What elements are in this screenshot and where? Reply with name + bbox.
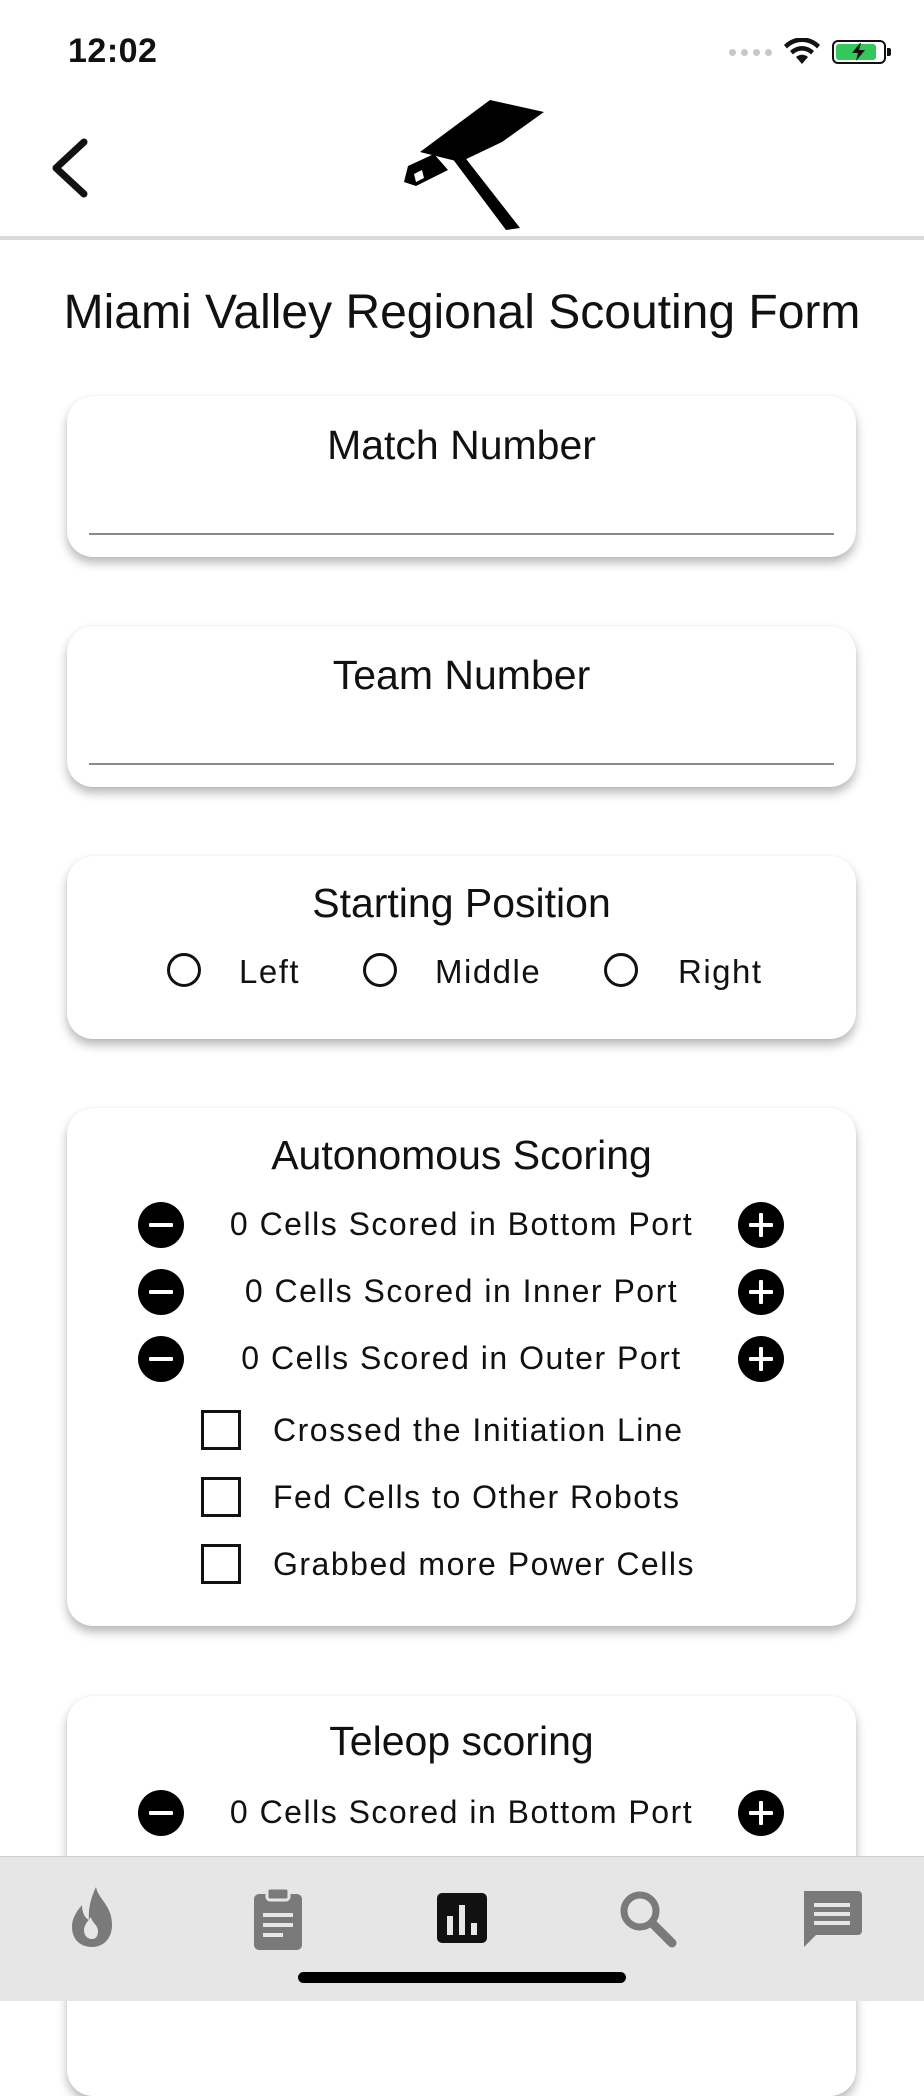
radio-right-label: Right bbox=[678, 953, 763, 990]
auto-inner-increment-button[interactable] bbox=[738, 1269, 784, 1315]
chevron-left-icon bbox=[52, 138, 88, 198]
cellular-signal-icon bbox=[729, 48, 772, 56]
radio-middle-label: Middle bbox=[435, 953, 542, 990]
team-number-card: Team Number bbox=[67, 626, 856, 787]
teleop-bottom-port-text: 0 Cells Scored in Bottom Port bbox=[229, 1794, 694, 1830]
match-number-input[interactable] bbox=[89, 480, 834, 532]
starting-position-options: Left Middle Right bbox=[67, 951, 856, 1001]
tab-clipboard[interactable] bbox=[243, 1883, 313, 1953]
tab-flame[interactable] bbox=[58, 1883, 128, 1953]
radio-left-label: Left bbox=[239, 953, 301, 990]
auto-bottom-port-text: 0 Cells Scored in Bottom Port bbox=[229, 1206, 694, 1242]
navigation-header bbox=[0, 100, 924, 240]
teleop-scoring-label: Teleop scoring bbox=[329, 1718, 594, 1764]
search-icon bbox=[620, 1891, 677, 1948]
form-title: Miami Valley Regional Scouting Form bbox=[63, 286, 861, 339]
back-button[interactable] bbox=[44, 132, 100, 204]
radio-right[interactable] bbox=[604, 953, 638, 987]
teleop-bottom-increment-button[interactable] bbox=[738, 1790, 784, 1836]
auto-inner-port-counter: 0 Cells Scored in Inner Port bbox=[67, 1269, 856, 1319]
auto-bottom-increment-button[interactable] bbox=[738, 1202, 784, 1248]
team-number-label: Team Number bbox=[332, 652, 591, 698]
flame-icon bbox=[72, 1887, 112, 1947]
initiation-line-checkbox[interactable] bbox=[201, 1410, 241, 1450]
teleop-bottom-port-counter: 0 Cells Scored in Bottom Port bbox=[67, 1790, 856, 1840]
starting-position-card: Starting Position Left Middle Right bbox=[67, 856, 856, 1039]
auto-bottom-port-counter: 0 Cells Scored in Bottom Port bbox=[67, 1202, 856, 1252]
autonomous-scoring-card: Autonomous Scoring 0 Cells Scored in Bot… bbox=[67, 1108, 856, 1626]
tab-messages[interactable] bbox=[796, 1883, 866, 1953]
team-number-input[interactable] bbox=[89, 710, 834, 762]
home-indicator bbox=[298, 1972, 626, 1983]
team-number-underline bbox=[89, 763, 834, 765]
starting-position-label: Starting Position bbox=[312, 880, 611, 926]
initiation-line-label: Crossed the Initiation Line bbox=[273, 1412, 684, 1448]
status-bar: 12:02 bbox=[0, 0, 924, 100]
fed-cells-checkbox[interactable] bbox=[201, 1477, 241, 1517]
auto-outer-port-text: 0 Cells Scored in Outer Port bbox=[241, 1340, 682, 1376]
grabbed-cells-label: Grabbed more Power Cells bbox=[273, 1546, 695, 1582]
match-number-label: Match Number bbox=[327, 422, 596, 468]
status-icons bbox=[729, 38, 891, 66]
radio-left[interactable] bbox=[167, 953, 201, 987]
chat-icon bbox=[804, 1891, 862, 1947]
radio-middle[interactable] bbox=[363, 953, 397, 987]
status-time: 12:02 bbox=[68, 32, 158, 70]
bar-chart-icon bbox=[437, 1893, 487, 1943]
match-number-card: Match Number bbox=[67, 396, 856, 557]
fed-cells-label: Fed Cells to Other Robots bbox=[273, 1479, 681, 1515]
auto-outer-port-counter: 0 Cells Scored in Outer Port bbox=[67, 1336, 856, 1386]
battery-icon bbox=[832, 40, 891, 64]
autonomous-scoring-label: Autonomous Scoring bbox=[271, 1132, 652, 1178]
wifi-icon bbox=[784, 38, 820, 64]
match-number-underline bbox=[89, 533, 834, 535]
tab-bar-chart[interactable] bbox=[427, 1883, 497, 1953]
tab-search[interactable] bbox=[612, 1883, 682, 1953]
team-logo bbox=[404, 100, 544, 230]
clipboard-icon bbox=[254, 1886, 302, 1950]
auto-inner-port-text: 0 Cells Scored in Inner Port bbox=[244, 1273, 679, 1309]
auto-outer-increment-button[interactable] bbox=[738, 1336, 784, 1382]
grabbed-cells-checkbox[interactable] bbox=[201, 1544, 241, 1584]
